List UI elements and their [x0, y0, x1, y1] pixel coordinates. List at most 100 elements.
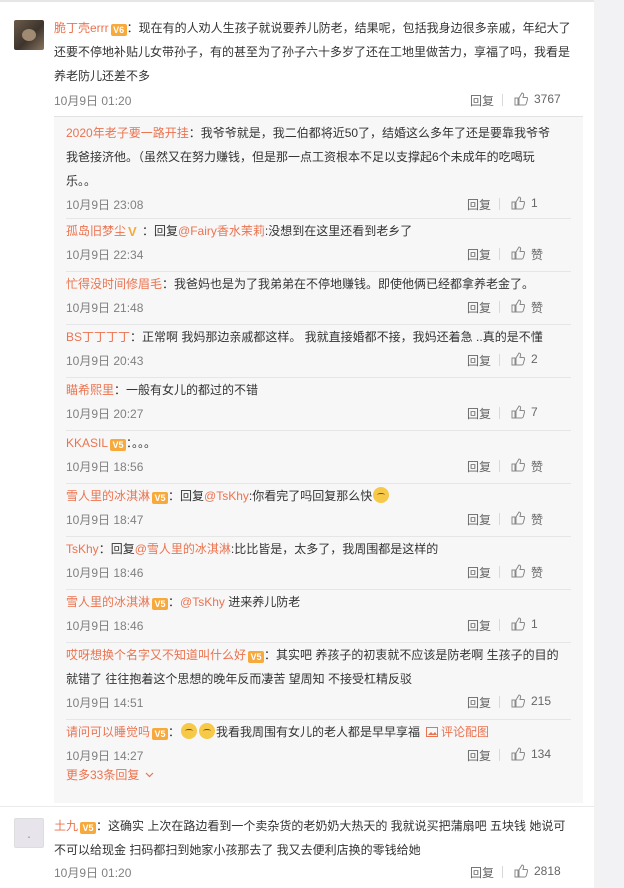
- reply-button[interactable]: 回复: [467, 458, 491, 475]
- timestamp: 10月9日 20:27: [66, 407, 144, 421]
- avatar[interactable]: [14, 818, 44, 848]
- like-count: 2: [531, 352, 538, 366]
- timestamp: 10月9日 23:08: [66, 198, 144, 212]
- like-button[interactable]: 1: [499, 196, 571, 212]
- reply-button[interactable]: 回复: [470, 864, 494, 881]
- timestamp: 10月9日 21:48: [66, 301, 144, 315]
- username-link[interactable]: 土九: [54, 819, 78, 833]
- username-link[interactable]: BS丁丁丁丁: [66, 330, 130, 344]
- username-link[interactable]: TsKhy: [66, 542, 99, 556]
- chevron-down-icon: [145, 772, 154, 778]
- reply-item: BS丁丁丁丁：正常啊 我妈那边亲戚都这样。 我就直接婚都不接，我妈还着急 ..真…: [66, 325, 571, 368]
- mention-link[interactable]: @TsKhy: [180, 595, 225, 609]
- timestamp: 10月9日 01:20: [54, 94, 132, 108]
- like-button[interactable]: 赞: [499, 246, 571, 262]
- comment-meta: 10月9日 01:20 回复 2818: [54, 864, 574, 880]
- like-count: 赞: [531, 513, 544, 527]
- verified-badge-icon: V: [128, 224, 137, 239]
- laughing-emoji-icon: [373, 487, 390, 503]
- vip-badge-icon: V6: [110, 24, 127, 36]
- reply-item: 雪人里的冰淇淋 V5 ：@TsKhy 进来养儿防老 10月9日 18:46 回复 1: [66, 590, 571, 633]
- like-button[interactable]: 2: [499, 352, 571, 368]
- reply-button[interactable]: 回复: [470, 92, 494, 109]
- timestamp: 10月9日 18:56: [66, 460, 144, 474]
- timestamp: 10月9日 14:51: [66, 696, 144, 710]
- sleepy-emoji-icon: [181, 723, 198, 739]
- thumbs-up-icon: [511, 299, 525, 313]
- reply-button[interactable]: 回复: [467, 246, 491, 263]
- reply-button[interactable]: 回复: [467, 299, 491, 316]
- reply-item: 2020年老子要一路开挂：我爷爷就是，我二伯都将近50了，结婚这么多年了还是要靠…: [66, 121, 571, 212]
- like-button[interactable]: 赞: [499, 511, 571, 527]
- reply-item: 忙得没时间修眉毛：我爸妈也是为了我弟弟在不停地赚钱。即使他俩已经都拿养老金了。 …: [66, 272, 571, 315]
- username-link[interactable]: 雪人里的冰淇淋: [66, 595, 150, 609]
- username-link[interactable]: 孤岛旧梦尘: [66, 224, 126, 238]
- reply-button[interactable]: 回复: [467, 196, 491, 213]
- like-button[interactable]: 7: [499, 405, 571, 421]
- like-count: 3767: [534, 92, 561, 106]
- like-count: 1: [531, 196, 538, 210]
- username-link[interactable]: 忙得没时间修眉毛: [66, 277, 162, 291]
- reply-button[interactable]: 回复: [467, 747, 491, 764]
- like-count: 1: [531, 617, 538, 631]
- thumbs-up-icon: [514, 92, 528, 106]
- avatar[interactable]: [14, 20, 44, 50]
- reply-button[interactable]: 回复: [467, 694, 491, 711]
- reply-item: TsKhy：回复@雪人里的冰淇淋:比比皆是，太多了，我周围都是这样的 10月9日…: [66, 537, 571, 580]
- like-count: 赞: [531, 248, 544, 262]
- reply-button[interactable]: 回复: [467, 564, 491, 581]
- mention-link[interactable]: @TsKhy: [204, 489, 249, 503]
- mention-link[interactable]: @Fairy香水茉莉: [178, 224, 265, 238]
- reply-button[interactable]: 回复: [467, 352, 491, 369]
- thumbs-up-icon: [511, 246, 525, 260]
- username-link[interactable]: 瞄希熙里: [66, 383, 114, 397]
- like-button[interactable]: 赞: [499, 299, 571, 315]
- reply-button[interactable]: 回复: [467, 511, 491, 528]
- thumbs-up-icon: [511, 196, 525, 210]
- mention-link[interactable]: @雪人里的冰淇淋: [135, 542, 231, 556]
- like-button[interactable]: 赞: [499, 458, 571, 474]
- like-button[interactable]: 3767: [502, 92, 574, 108]
- like-count: 赞: [531, 566, 544, 580]
- vip-badge-icon: V5: [110, 439, 127, 451]
- timestamp: 10月9日 22:34: [66, 248, 144, 262]
- comment-image-link[interactable]: 评论配图: [426, 725, 489, 739]
- timestamp: 10月9日 20:43: [66, 354, 144, 368]
- thumbs-up-icon: [511, 405, 525, 419]
- thumbs-up-icon: [511, 564, 525, 578]
- thumbs-up-icon: [511, 352, 525, 366]
- username-link[interactable]: 2020年老子要一路开挂: [66, 126, 189, 140]
- timestamp: 10月9日 18:46: [66, 619, 144, 633]
- thumbs-up-icon: [514, 864, 528, 878]
- timestamp: 10月9日 01:20: [54, 866, 132, 880]
- comments-panel: 脆丁壳errr V6 ：现在有的人劝人生孩子就说要养儿防老，结果呢，包括我身边很多亲…: [0, 0, 594, 888]
- username-link[interactable]: 雪人里的冰淇淋: [66, 489, 150, 503]
- username-link[interactable]: 请问可以睡觉吗: [66, 725, 150, 739]
- reply-button[interactable]: 回复: [467, 405, 491, 422]
- image-icon: [426, 727, 439, 737]
- timestamp: 10月9日 18:47: [66, 513, 144, 527]
- reply-item: 雪人里的冰淇淋 V5 ：回复@TsKhy:你看完了吗回复那么快 10月9日 18:4…: [66, 484, 571, 527]
- like-button[interactable]: 赞: [499, 564, 571, 580]
- thumbs-up-icon: [511, 458, 525, 472]
- like-button[interactable]: 2818: [502, 864, 574, 880]
- reply-item: 瞄希熙里：一般有女儿的都过的不错 10月9日 20:27 回复 7: [66, 378, 571, 421]
- vip-badge-icon: V5: [80, 822, 97, 834]
- more-replies-link[interactable]: 更多33条回复: [66, 766, 154, 783]
- thumbs-up-icon: [511, 511, 525, 525]
- username-link[interactable]: KKASIL: [66, 436, 108, 450]
- username-link[interactable]: 脆丁壳errr: [54, 21, 109, 35]
- comment-text: 土九 V5 ：这确实 上次在路边看到一个卖杂货的老奶奶大热天的 我就说买把蒲扇吧 五…: [54, 819, 566, 857]
- like-count: 赞: [531, 460, 544, 474]
- reply-button[interactable]: 回复: [467, 617, 491, 634]
- like-count: 215: [531, 694, 552, 708]
- like-button[interactable]: 134: [499, 747, 571, 763]
- username-link[interactable]: 哎呀想换个名字又不知道叫什么好: [66, 648, 246, 662]
- reply-item: 哎呀想换个名字又不知道叫什么好 V5 ：其实吧 养孩子的初衷就不应该是防老啊 生孩子…: [66, 643, 571, 710]
- comment-meta: 10月9日 01:20 回复 3767: [54, 92, 574, 108]
- top-divider: [0, 0, 594, 2]
- like-count: 134: [531, 747, 552, 761]
- vip-badge-icon: V5: [152, 728, 169, 740]
- like-button[interactable]: 215: [499, 694, 571, 710]
- like-button[interactable]: 1: [499, 617, 571, 633]
